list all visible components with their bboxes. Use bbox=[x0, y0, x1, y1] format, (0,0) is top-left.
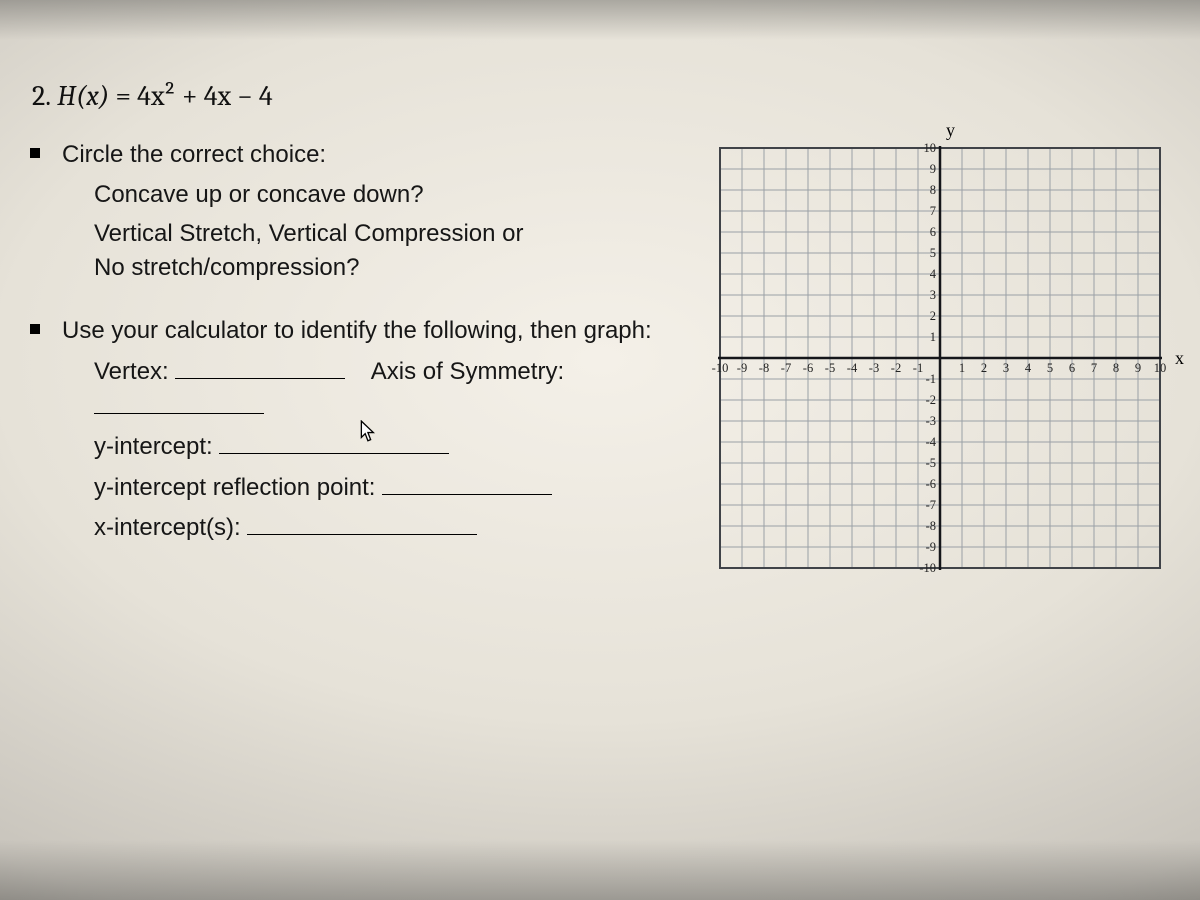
svg-text:5: 5 bbox=[1047, 361, 1053, 375]
svg-text:7: 7 bbox=[1091, 361, 1097, 375]
svg-text:9: 9 bbox=[930, 162, 936, 176]
problem-expression: 2. H(x) = 4x² + 4x − 4 bbox=[32, 80, 1170, 112]
svg-text:-5: -5 bbox=[825, 361, 835, 375]
bullet-1: Circle the correct choice: Concave up or… bbox=[30, 138, 690, 290]
svg-text:-3: -3 bbox=[926, 414, 936, 428]
yint-blank[interactable] bbox=[219, 429, 449, 454]
bullet-2-prompt: Use your calculator to identify the foll… bbox=[62, 314, 690, 348]
svg-text:1: 1 bbox=[930, 330, 936, 344]
x-axis-label: x bbox=[1175, 348, 1184, 369]
svg-text:9: 9 bbox=[1135, 361, 1141, 375]
problem-number: 2. bbox=[32, 80, 51, 112]
svg-text:-4: -4 bbox=[847, 361, 858, 375]
y-axis-label: y bbox=[946, 120, 955, 141]
svg-text:5: 5 bbox=[930, 246, 936, 260]
cursor-icon bbox=[360, 420, 378, 444]
yreflect-label: y-intercept reflection point: bbox=[94, 474, 375, 501]
bullet-icon bbox=[30, 148, 40, 158]
svg-text:-1: -1 bbox=[926, 372, 936, 386]
svg-text:10: 10 bbox=[1154, 361, 1167, 375]
yint-label: y-intercept: bbox=[94, 433, 213, 460]
vertex-blank[interactable] bbox=[175, 354, 345, 379]
svg-text:4: 4 bbox=[930, 267, 937, 281]
svg-text:1: 1 bbox=[959, 361, 965, 375]
svg-text:-9: -9 bbox=[737, 361, 747, 375]
svg-text:-10: -10 bbox=[712, 361, 729, 375]
svg-text:8: 8 bbox=[930, 183, 936, 197]
svg-text:-2: -2 bbox=[926, 393, 936, 407]
choice-concavity: Concave up or concave down? bbox=[94, 178, 524, 212]
coordinate-grid: y x -10-9-8-7-6-5-4-3-2-1123456789101098… bbox=[710, 138, 1170, 578]
bullet-icon bbox=[30, 324, 40, 334]
svg-text:3: 3 bbox=[930, 288, 936, 302]
svg-text:-2: -2 bbox=[891, 361, 901, 375]
question-body: Circle the correct choice: Concave up or… bbox=[30, 138, 690, 575]
svg-text:6: 6 bbox=[1069, 361, 1075, 375]
aos-label: Axis of Symmetry: bbox=[371, 358, 564, 385]
svg-text:-10: -10 bbox=[919, 561, 936, 575]
svg-text:-5: -5 bbox=[926, 456, 936, 470]
svg-text:-6: -6 bbox=[926, 477, 936, 491]
xint-label: x-intercept(s): bbox=[94, 514, 241, 541]
worksheet-area: 2. H(x) = 4x² + 4x − 4 Circle the correc… bbox=[30, 80, 1170, 830]
svg-text:-9: -9 bbox=[926, 540, 936, 554]
svg-text:-8: -8 bbox=[759, 361, 769, 375]
svg-text:7: 7 bbox=[930, 204, 936, 218]
svg-text:10: 10 bbox=[924, 141, 937, 155]
svg-text:8: 8 bbox=[1113, 361, 1119, 375]
svg-text:2: 2 bbox=[930, 309, 936, 323]
svg-text:4: 4 bbox=[1025, 361, 1032, 375]
xint-blank[interactable] bbox=[247, 510, 477, 535]
svg-text:-4: -4 bbox=[926, 435, 937, 449]
bullet-1-prompt: Circle the correct choice: bbox=[62, 138, 524, 172]
svg-text:-3: -3 bbox=[869, 361, 879, 375]
function-rhs: = 4x² + 4x − 4 bbox=[116, 80, 273, 112]
yreflect-blank[interactable] bbox=[382, 470, 552, 495]
svg-text:2: 2 bbox=[981, 361, 987, 375]
vertex-label: Vertex: bbox=[94, 358, 169, 385]
svg-text:3: 3 bbox=[1003, 361, 1009, 375]
svg-text:-7: -7 bbox=[926, 498, 936, 512]
graph-column: y x -10-9-8-7-6-5-4-3-2-1123456789101098… bbox=[710, 138, 1170, 578]
svg-text:-6: -6 bbox=[803, 361, 813, 375]
grid-svg: -10 -9 -8 -7 -6 -5 -4 -3 -2 -1 1 2 3 4 5 6 7 8 9 10 10 9 8 7 6 5 4… bbox=[710, 138, 1170, 578]
svg-text:-1: -1 bbox=[913, 361, 923, 375]
choice-stretch: Vertical Stretch, Vertical Compression o… bbox=[94, 217, 524, 284]
aos-blank[interactable] bbox=[94, 389, 264, 414]
function-lhs: H(x) bbox=[57, 80, 109, 112]
svg-text:-7: -7 bbox=[781, 361, 791, 375]
svg-text:6: 6 bbox=[930, 225, 936, 239]
svg-text:-8: -8 bbox=[926, 519, 936, 533]
